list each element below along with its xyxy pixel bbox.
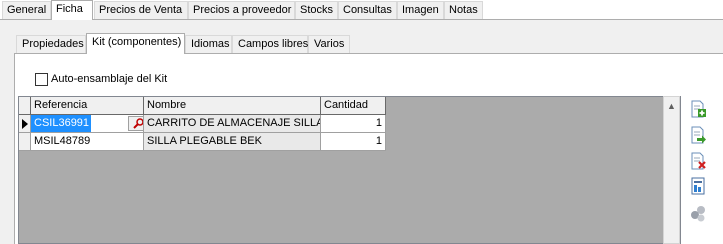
search-icon: [132, 118, 143, 129]
tab-stocks[interactable]: Stocks: [295, 1, 338, 19]
tab-idiomas[interactable]: Idiomas: [185, 35, 232, 53]
tab-imagen[interactable]: Imagen: [397, 1, 444, 19]
delete-component-button[interactable]: [688, 151, 708, 171]
tab-label: Imagen: [402, 4, 439, 16]
components-icon: [691, 206, 705, 222]
tab-notas[interactable]: Notas: [444, 1, 483, 19]
auto-assembly-option[interactable]: Auto-ensamblaje del Kit: [35, 72, 167, 86]
tab-label: Kit (componentes): [92, 36, 182, 48]
tab-label: Campos libres: [238, 38, 309, 50]
table-cell-cantidad[interactable]: 1: [321, 115, 386, 133]
report-icon: [691, 177, 705, 195]
add-document-icon: [691, 100, 706, 118]
tab-label: Stocks: [300, 4, 334, 16]
auto-assembly-label: Auto-ensamblaje del Kit: [51, 73, 168, 85]
column-header-cantidad[interactable]: Cantidad: [321, 97, 386, 115]
tab-general[interactable]: General: [2, 1, 51, 19]
components-grid[interactable]: Referencia Nombre Cantidad CSIL36991 CAR…: [18, 96, 681, 244]
lookup-button[interactable]: [128, 116, 143, 131]
tab-label: Propiedades: [22, 38, 84, 50]
scroll-up-arrow-icon[interactable]: ▲: [664, 97, 679, 114]
main-tab-strip: General Ficha Precios de Venta Precios a…: [0, 0, 723, 20]
report-button[interactable]: [688, 176, 708, 196]
table-cell-cantidad[interactable]: 1: [321, 133, 386, 151]
row-indicator[interactable]: [19, 133, 31, 151]
tab-label: Consultas: [343, 4, 392, 16]
tab-consultas[interactable]: Consultas: [338, 1, 397, 19]
tab-label: Varios: [314, 38, 345, 50]
tab-propiedades[interactable]: Propiedades: [16, 35, 86, 53]
add-component-button[interactable]: [688, 99, 708, 119]
tab-campos-libres[interactable]: Campos libres: [232, 35, 308, 53]
delete-document-icon: [691, 152, 706, 170]
tab-label: Precios de Venta: [99, 4, 183, 16]
components-button[interactable]: [688, 203, 708, 223]
tab-varios[interactable]: Varios: [308, 35, 350, 53]
tab-label: Idiomas: [191, 38, 230, 50]
current-row-arrow-icon: [22, 119, 28, 129]
edit-document-icon: [691, 126, 706, 144]
tab-label: Ficha: [56, 3, 83, 15]
referencia-value[interactable]: CSIL36991: [31, 115, 92, 132]
tab-precios-venta[interactable]: Precios de Venta: [94, 1, 188, 19]
grid-corner: [19, 97, 31, 115]
tab-label: General: [7, 4, 47, 16]
table-cell-referencia[interactable]: CSIL36991: [31, 115, 144, 133]
table-cell-nombre[interactable]: SILLA PLEGABLE BEK: [144, 133, 321, 151]
tab-precios-proveedor[interactable]: Precios a proveedor: [188, 1, 295, 19]
table-cell-referencia[interactable]: MSIL48789: [31, 133, 144, 151]
tab-ficha[interactable]: Ficha: [51, 0, 93, 20]
grid-vertical-scrollbar[interactable]: ▲: [663, 96, 680, 244]
auto-assembly-checkbox[interactable]: [35, 72, 48, 86]
column-header-referencia[interactable]: Referencia: [31, 97, 144, 115]
table-cell-nombre[interactable]: CARRITO DE ALMACENAJE SILLA: [144, 115, 321, 133]
row-indicator[interactable]: [19, 115, 31, 133]
tab-label: Notas: [449, 4, 478, 16]
column-header-nombre[interactable]: Nombre: [144, 97, 321, 115]
tab-label: Precios a proveedor: [193, 4, 292, 16]
tab-kit-componentes[interactable]: Kit (componentes): [86, 33, 185, 54]
edit-component-button[interactable]: [688, 125, 708, 145]
